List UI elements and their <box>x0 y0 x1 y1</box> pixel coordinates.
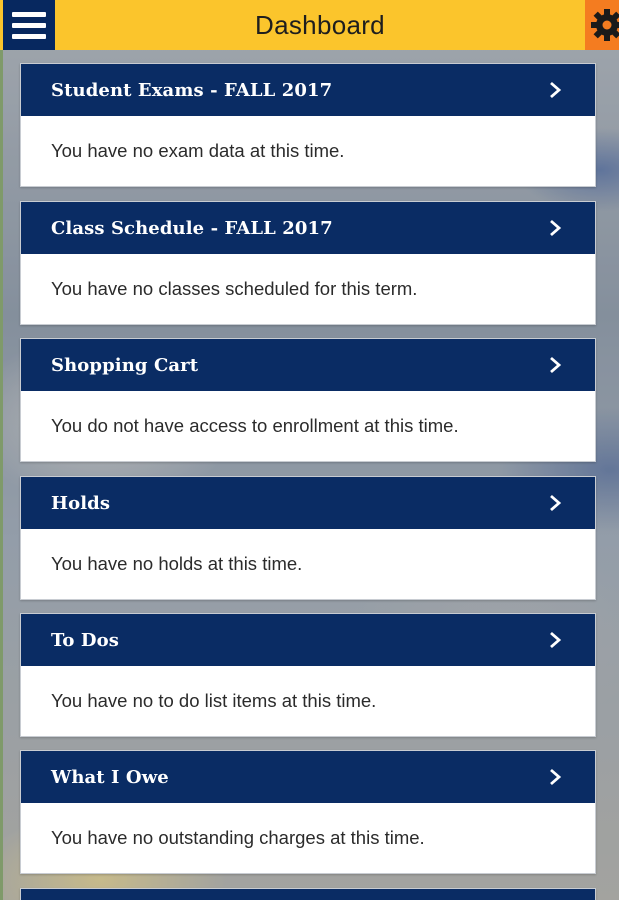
card-header[interactable]: Class Schedule - FALL 2017 <box>21 202 595 254</box>
chevron-right-icon <box>550 768 562 786</box>
settings-button[interactable] <box>585 0 619 50</box>
card-title: Class Schedule - FALL 2017 <box>51 217 333 239</box>
card-header[interactable]: Shopping Cart <box>21 339 595 391</box>
card-title: To Dos <box>51 629 119 651</box>
hamburger-menu-icon-bar <box>12 22 46 28</box>
card-class-schedule: Class Schedule - FALL 2017 You have no c… <box>20 201 596 325</box>
page-title: Dashboard <box>255 9 385 40</box>
card-message: You have no exam data at this time. <box>51 140 345 161</box>
app-header: Dashboard <box>0 0 619 50</box>
card-title: Student Exams - FALL 2017 <box>51 79 333 101</box>
menu-button[interactable] <box>3 0 55 50</box>
gear-icon <box>591 9 619 41</box>
card-shopping-cart: Shopping Cart You do not have access to … <box>20 338 596 462</box>
card-next-partial <box>20 888 596 900</box>
card-student-exams: Student Exams - FALL 2017 You have no ex… <box>20 63 596 187</box>
card-title: What I Owe <box>51 766 169 788</box>
card-message: You have no to do list items at this tim… <box>51 690 377 711</box>
card-header[interactable]: Student Exams - FALL 2017 <box>21 64 595 116</box>
card-holds: Holds You have no holds at this time. <box>20 476 596 600</box>
card-header[interactable]: What I Owe <box>21 751 595 803</box>
card-message: You do not have access to enrollment at … <box>51 415 459 436</box>
hamburger-menu-icon <box>12 11 46 17</box>
card-header[interactable]: Holds <box>21 477 595 529</box>
card-what-i-owe: What I Owe You have no outstanding charg… <box>20 750 596 874</box>
card-header[interactable] <box>21 889 595 900</box>
chevron-right-icon <box>550 356 562 374</box>
chevron-right-icon <box>550 631 562 649</box>
card-header[interactable]: To Dos <box>21 614 595 666</box>
card-message: You have no classes scheduled for this t… <box>51 278 418 299</box>
chevron-right-icon <box>550 219 562 237</box>
card-message: You have no outstanding charges at this … <box>51 827 425 848</box>
chevron-right-icon <box>550 81 562 99</box>
hamburger-menu-icon-bar <box>12 33 46 39</box>
card-message: You have no holds at this time. <box>51 553 303 574</box>
screen-edge <box>0 0 3 900</box>
card-to-dos: To Dos You have no to do list items at t… <box>20 613 596 737</box>
chevron-right-icon <box>550 494 562 512</box>
card-title: Holds <box>51 492 111 514</box>
card-title: Shopping Cart <box>51 354 199 376</box>
